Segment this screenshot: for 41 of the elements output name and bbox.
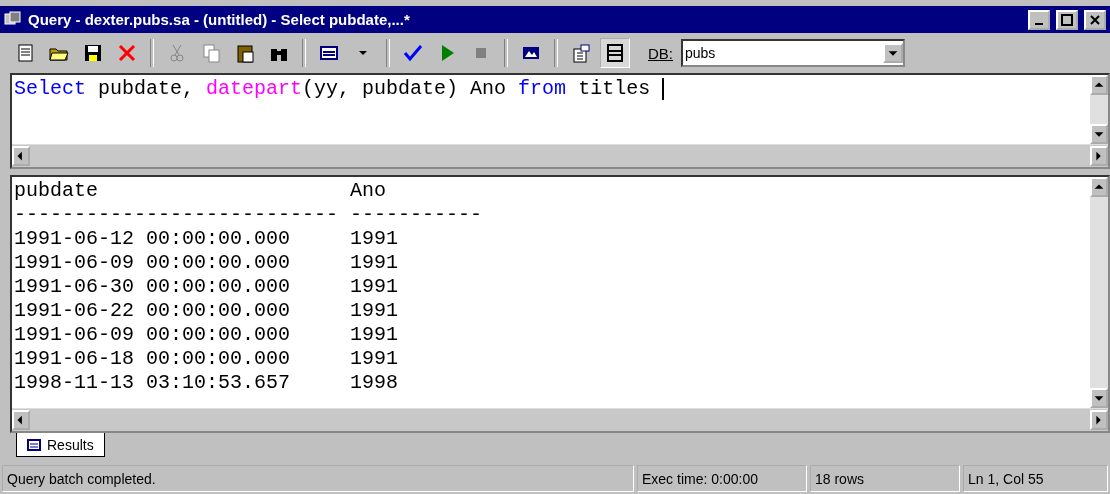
result-cell-text: 1991-06-12 00:00:00.000 [14,227,292,251]
result-cell-text: 1991 [350,347,399,371]
column-rule: --------------------------- [14,203,340,227]
close-icon [1090,14,1100,25]
minimize-icon [1035,22,1043,25]
result-cell-text: 1991 [350,251,399,275]
maximize-button[interactable] [1056,9,1078,30]
vertical-scrollbar[interactable] [1090,75,1108,144]
status-text: Ln 1, Col 55 [963,465,1108,492]
result-cell-text: 1991 [350,299,399,323]
status-text: Exec time: 0:00:00 [637,465,807,492]
db-label: DB: [648,44,673,62]
grid-icon [27,438,41,451]
result-cell-text: 1991-06-09 00:00:00.000 [14,251,292,275]
results-pane-button[interactable] [600,38,630,68]
results-tab[interactable]: Results [16,433,105,457]
horizontal-scrollbar[interactable] [12,144,1108,167]
vertical-scrollbar[interactable] [1090,177,1108,408]
result-cell-text: 1991 [350,323,399,347]
text-cursor [662,77,665,100]
maximize-icon [1061,13,1073,26]
result-cell-text: 1998-11-13 03:10:53.657 [14,371,292,395]
result-cell-text: 1991-06-22 00:00:00.000 [14,299,292,323]
column-heading: pubdate [14,179,99,203]
minimize-button[interactable] [1028,9,1050,30]
query-editor[interactable]: Select pubdate, datepart(yy, pubdate) Ano from titles [10,73,1110,169]
dropdown-caret-icon [359,51,367,55]
result-cell-text: 1998 [350,371,399,395]
result-cell-text: 1991 [350,275,399,299]
database-dropdown[interactable]: pubs [681,39,905,67]
status-text: Query batch completed. [2,465,634,492]
column-rule: ----------- [350,203,484,227]
result-cell-text: 1991-06-09 00:00:00.000 [14,323,292,347]
result-cell-text: 1991-06-18 00:00:00.000 [14,347,292,371]
result-cell-text: 1991 [350,227,399,251]
result-cell-text: 1991-06-30 00:00:00.000 [14,275,292,299]
window-title: Query - dexter.pubs.sa - (untitled) - Select pubdate,...* [28,11,411,28]
status-text: 18 rows [810,465,960,492]
horizontal-scrollbar[interactable] [12,408,1108,431]
column-heading: Ano [350,179,387,203]
close-button[interactable] [1084,9,1106,30]
